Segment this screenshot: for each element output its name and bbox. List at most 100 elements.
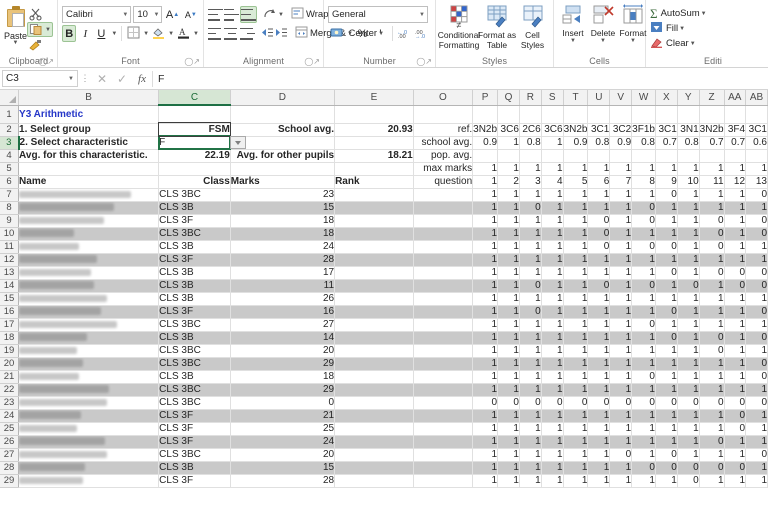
cell-q5-row29[interactable]: 1 bbox=[563, 474, 589, 488]
cell-q2-row5[interactable]: 1 bbox=[497, 162, 520, 176]
cell-name-row21[interactable] bbox=[18, 370, 160, 384]
cell-q13-row19[interactable]: 1 bbox=[745, 344, 768, 358]
font-name-combo[interactable]: Calibri ▼ bbox=[62, 6, 132, 23]
cell-O-row30[interactable] bbox=[413, 487, 474, 488]
fill-button[interactable]: Fill ▼ bbox=[650, 21, 720, 36]
cell-B6[interactable]: Name bbox=[18, 175, 160, 189]
cell-name-row18[interactable] bbox=[18, 331, 160, 345]
cell-D5[interactable] bbox=[230, 162, 336, 176]
row-header-28[interactable]: 28 bbox=[0, 461, 20, 475]
cell-class-row13[interactable]: CLS 3B bbox=[158, 266, 231, 280]
cell-q10-row5[interactable]: 1 bbox=[677, 162, 700, 176]
cell-q2-row6[interactable]: 2 bbox=[497, 175, 520, 189]
cancel-icon[interactable]: ✕ bbox=[92, 72, 112, 86]
cell-q1-row16[interactable]: 1 bbox=[472, 305, 499, 319]
cell-q4-row6[interactable]: 4 bbox=[541, 175, 564, 189]
cell-q7-row28[interactable]: 1 bbox=[609, 461, 633, 475]
empty-cell[interactable] bbox=[497, 105, 520, 124]
formula-input[interactable]: F bbox=[153, 70, 766, 87]
cell-q7-row27[interactable]: 0 bbox=[609, 448, 633, 462]
cell-O-row15[interactable] bbox=[413, 292, 474, 306]
cell-q4-row19[interactable]: 1 bbox=[541, 344, 564, 358]
column-header-Y[interactable]: Y bbox=[677, 90, 700, 106]
cell-q11-row4[interactable] bbox=[699, 149, 725, 163]
cell-q7-row15[interactable]: 1 bbox=[609, 292, 633, 306]
cell-q1-row6[interactable]: 1 bbox=[472, 175, 499, 189]
cell-q5-row15[interactable]: 1 bbox=[563, 292, 589, 306]
cell-q13-row20[interactable]: 0 bbox=[745, 357, 768, 371]
cell-q8-row26[interactable]: 1 bbox=[631, 435, 656, 449]
cell-q8-row17[interactable]: 0 bbox=[631, 318, 656, 332]
cell-q10-row3[interactable]: 0.8 bbox=[677, 136, 700, 150]
cell-B2[interactable]: 1. Select group bbox=[18, 123, 160, 137]
row-header-30[interactable]: 30 bbox=[0, 487, 20, 488]
cell-marks-row16[interactable]: 16 bbox=[230, 305, 336, 319]
cell-E6[interactable]: Rank bbox=[334, 175, 414, 189]
shrink-font-button[interactable]: A ▼ bbox=[183, 6, 199, 23]
empty-cell[interactable] bbox=[230, 105, 336, 124]
cell-q5-row26[interactable]: 1 bbox=[563, 435, 589, 449]
cell-q13-row30[interactable] bbox=[745, 487, 768, 488]
cell-q6-row27[interactable]: 1 bbox=[587, 448, 611, 462]
cell-q13-row14[interactable]: 0 bbox=[745, 279, 768, 293]
cell-q6-row11[interactable]: 0 bbox=[587, 240, 611, 254]
cell-class-row27[interactable]: CLS 3BC bbox=[158, 448, 231, 462]
cell-q2-row27[interactable]: 1 bbox=[497, 448, 520, 462]
align-left-button[interactable] bbox=[208, 25, 223, 42]
cell-q7-row2[interactable]: 3C2 bbox=[609, 123, 633, 137]
cell-B4[interactable]: Avg. for this characteristic. bbox=[18, 149, 160, 163]
cell-q3-row4[interactable] bbox=[519, 149, 542, 163]
cell-name-row12[interactable] bbox=[18, 253, 160, 267]
empty-cell[interactable] bbox=[158, 105, 231, 124]
cell-q6-row8[interactable]: 1 bbox=[587, 201, 611, 215]
cell-q10-row21[interactable]: 1 bbox=[677, 370, 700, 384]
cell-O-row14[interactable] bbox=[413, 279, 474, 293]
cell-q9-row26[interactable]: 1 bbox=[655, 435, 678, 449]
cell-rank-row16[interactable] bbox=[334, 305, 414, 319]
cell-name-row25[interactable] bbox=[18, 422, 160, 436]
cell-q12-row12[interactable]: 1 bbox=[724, 253, 747, 267]
cell-q8-row27[interactable]: 1 bbox=[631, 448, 656, 462]
cell-rank-row7[interactable] bbox=[334, 188, 414, 202]
column-header-R[interactable]: R bbox=[519, 90, 542, 106]
cell-q8-row12[interactable]: 1 bbox=[631, 253, 656, 267]
row-header-19[interactable]: 19 bbox=[0, 344, 20, 358]
column-header-U[interactable]: U bbox=[587, 90, 611, 106]
cell-q12-row24[interactable]: 0 bbox=[724, 409, 747, 423]
cell-marks-row18[interactable]: 14 bbox=[230, 331, 336, 345]
cell-name-row14[interactable] bbox=[18, 279, 160, 293]
cell-q1-row27[interactable]: 1 bbox=[472, 448, 499, 462]
cell-O-row9[interactable] bbox=[413, 214, 474, 228]
cell-q1-row20[interactable]: 1 bbox=[472, 357, 499, 371]
cell-q3-row19[interactable]: 1 bbox=[519, 344, 542, 358]
column-header-Q[interactable]: Q bbox=[497, 90, 520, 106]
cell-q10-row4[interactable] bbox=[677, 149, 700, 163]
cell-q1-row23[interactable]: 0 bbox=[472, 396, 499, 410]
cell-q1-row29[interactable]: 1 bbox=[472, 474, 499, 488]
increase-indent-button[interactable] bbox=[275, 25, 288, 42]
cell-q1-row26[interactable]: 1 bbox=[472, 435, 499, 449]
cell-q4-row24[interactable]: 1 bbox=[541, 409, 564, 423]
cell-q4-row30[interactable] bbox=[541, 487, 564, 488]
paste-button[interactable]: Paste ▼ bbox=[4, 4, 27, 46]
cell-q11-row21[interactable]: 1 bbox=[699, 370, 725, 384]
cell-name-row11[interactable] bbox=[18, 240, 160, 254]
formula-bar-options-icon[interactable]: ⋮ bbox=[78, 73, 92, 84]
cell-name-row28[interactable] bbox=[18, 461, 160, 475]
column-header-AA[interactable]: AA bbox=[724, 90, 747, 106]
cell-name-row10[interactable] bbox=[18, 227, 160, 241]
cell-rank-row17[interactable] bbox=[334, 318, 414, 332]
empty-cell[interactable] bbox=[413, 105, 474, 124]
cell-styles-button[interactable]: Cell Styles bbox=[516, 4, 549, 50]
paste-dropdown-caret-icon[interactable]: ▼ bbox=[13, 40, 19, 46]
fill-color-button[interactable] bbox=[151, 25, 165, 42]
cell-class-row29[interactable]: CLS 3F bbox=[158, 474, 231, 488]
cell-q1-row21[interactable]: 1 bbox=[472, 370, 499, 384]
cell-q13-row13[interactable]: 0 bbox=[745, 266, 768, 280]
cell-q12-row17[interactable]: 1 bbox=[724, 318, 747, 332]
cell-q11-row25[interactable]: 1 bbox=[699, 422, 725, 436]
cell-q7-row22[interactable]: 1 bbox=[609, 383, 633, 397]
cell-q6-row23[interactable]: 0 bbox=[587, 396, 611, 410]
empty-cell[interactable] bbox=[587, 105, 611, 124]
cell-marks-row14[interactable]: 11 bbox=[230, 279, 336, 293]
